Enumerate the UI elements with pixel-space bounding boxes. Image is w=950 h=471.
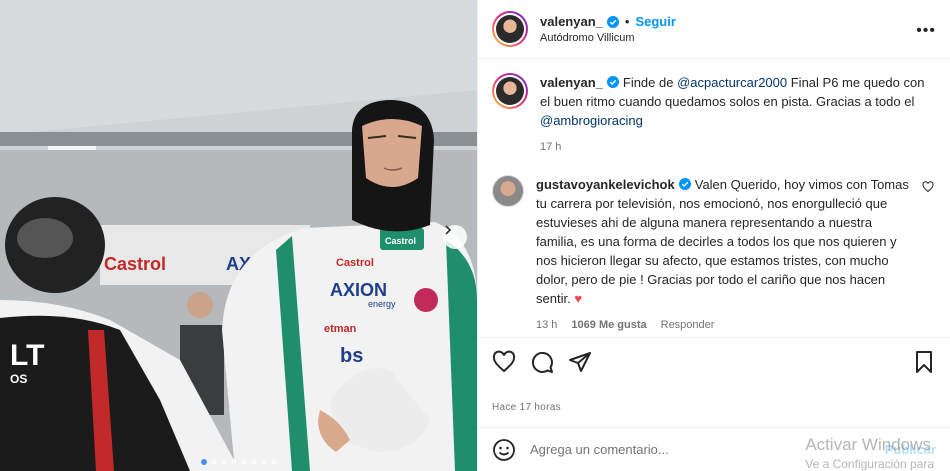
caption-time[interactable]: 17 h [540, 138, 561, 157]
comment-like-icon[interactable] [922, 181, 934, 193]
carousel-dot [210, 459, 217, 465]
emoji-icon[interactable] [492, 438, 516, 462]
heart-emoji: ♥ [574, 291, 583, 306]
carousel-dot [200, 459, 207, 465]
reply-button[interactable]: Responder [661, 316, 715, 335]
comment-text: Valen Querido, hoy vimos con Tomas tu ca… [536, 177, 909, 306]
caption-text-start: Finde de [622, 75, 678, 90]
carousel-dot [220, 459, 227, 465]
commenter-avatar[interactable] [492, 175, 524, 207]
verified-icon [606, 15, 619, 28]
share-icon[interactable] [568, 350, 592, 374]
bookmark-icon[interactable] [912, 350, 936, 374]
next-arrow-icon [445, 225, 452, 235]
publish-button[interactable]: Publicar [885, 442, 936, 457]
author-avatar[interactable] [492, 11, 528, 47]
carousel-dot [260, 459, 267, 465]
caption: valenyan_ Finde de @acpacturcar2000 Final… [492, 73, 934, 157]
svg-text:AXION: AXION [330, 280, 387, 300]
heart-icon[interactable] [492, 350, 516, 374]
svg-text:Castrol: Castrol [385, 236, 416, 246]
mention-link[interactable]: @acpacturcar2000 [677, 75, 787, 90]
driver-photo: Castrol AX LT OS Castrol Castrol AXION e… [0, 0, 477, 471]
verified-icon [606, 76, 619, 88]
svg-text:bs: bs [340, 345, 363, 367]
carousel-dot [250, 459, 257, 465]
svg-text:etman: etman [324, 323, 357, 335]
caption-avatar[interactable] [492, 73, 528, 109]
post-actions: Hace 17 horas [478, 337, 950, 413]
carousel-dot [270, 459, 277, 465]
svg-text:OS: OS [10, 372, 27, 386]
verified-icon [678, 178, 691, 190]
add-comment-bar: Publicar [478, 427, 950, 471]
svg-text:LT: LT [10, 339, 44, 372]
comment-item: gustavoyankelevichok Valen Querido, hoy v… [492, 175, 934, 335]
comment-time[interactable]: 13 h [536, 316, 557, 335]
svg-text:Castrol: Castrol [104, 254, 166, 274]
carousel-dot [240, 459, 247, 465]
mention-link[interactable]: @ambrogioracing [540, 113, 643, 128]
post-side-panel: valenyan_ • Seguir Autódromo Villicum ••… [477, 0, 950, 471]
next-image-button[interactable] [443, 225, 467, 249]
comment-icon[interactable] [530, 350, 554, 374]
caption-username[interactable]: valenyan_ [540, 75, 603, 90]
comments-list: valenyan_ Finde de @acpacturcar2000 Final… [478, 59, 950, 337]
carousel-dots [0, 459, 477, 465]
more-options-icon[interactable]: ••• [916, 22, 936, 40]
author-username[interactable]: valenyan_ [540, 14, 603, 29]
svg-text:energy: energy [368, 299, 396, 309]
svg-text:Castrol: Castrol [336, 257, 374, 269]
post-time-ago[interactable]: Hace 17 horas [492, 402, 936, 413]
post-location[interactable]: Autódromo Villicum [540, 32, 676, 44]
post-header: valenyan_ • Seguir Autódromo Villicum ••… [478, 0, 950, 59]
comment-input[interactable] [530, 442, 885, 457]
carousel-dot [230, 459, 237, 465]
commenter-username[interactable]: gustavoyankelevichok [536, 177, 675, 192]
post-photo[interactable]: Castrol AX LT OS Castrol Castrol AXION e… [0, 0, 477, 471]
separator-dot: • [624, 14, 630, 29]
follow-button[interactable]: Seguir [635, 14, 675, 29]
comment-likes[interactable]: 1069 Me gusta [571, 316, 646, 335]
